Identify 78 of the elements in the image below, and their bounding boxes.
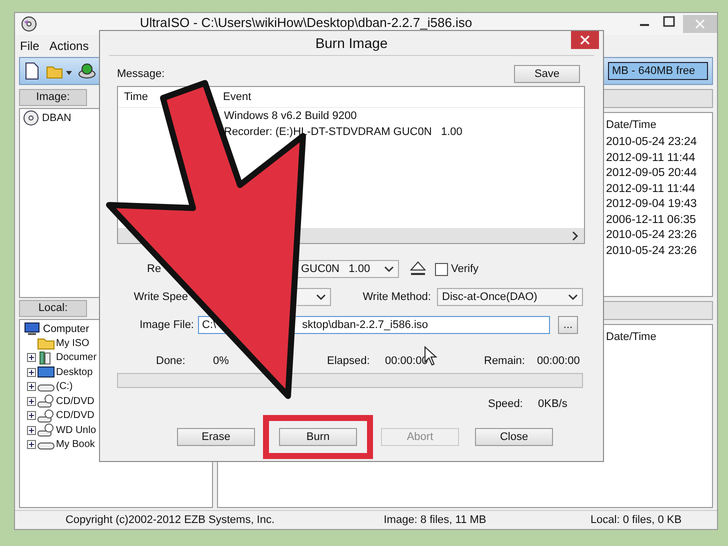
recorder-dropdown[interactable]: GUC0N 1.00 [297,260,399,278]
capacity-field: MB - 640MB free [608,62,708,80]
column-header[interactable]: Event [223,91,252,103]
desktop-icon [37,365,55,380]
expand-icon[interactable] [27,368,36,377]
chevron-icon [316,293,326,301]
field-label: Write Method: [362,291,431,303]
expand-icon[interactable] [27,411,36,420]
menu-item[interactable]: File [20,39,40,53]
dialog-button[interactable]: Close [475,428,553,446]
column-header[interactable]: Time [124,91,148,103]
table-cell: 2010-05-24 23:24 [606,136,697,148]
tree-item[interactable]: Documer [56,352,97,364]
table-cell: 2010-05-24 23:26 [606,244,697,256]
tree-item[interactable]: WD Unlo [56,424,96,436]
expand-icon[interactable] [27,396,36,406]
chevron-icon [568,293,578,301]
disc-drive-icon [37,408,55,423]
expand-icon[interactable] [27,382,36,392]
expand-icon[interactable] [27,426,36,435]
tree-item[interactable]: Computer [43,322,90,335]
verify-checkbox[interactable] [435,262,448,276]
tree-item[interactable]: My Book [56,439,95,450]
chevron-icon [384,265,394,273]
table-cell: 2006-12-11 06:35 [606,214,696,226]
panel-label: Local: [19,300,87,316]
panel-label: Image: [19,89,87,106]
progress-value: 0% [213,355,229,367]
field-label: Write Spee [132,291,188,303]
dialog-title: Burn Image [315,35,388,51]
tree-item[interactable]: DBAN [42,112,72,124]
progress-label: Speed: [488,398,523,410]
dialog-button[interactable]: Burn [279,428,357,446]
column-header[interactable]: Date/Time [606,119,656,131]
log-entry: Recorder: (E:)HL-DT-STDVDRAM GUC0N 1.00 [224,126,462,138]
tree-item[interactable]: (C:) [56,381,73,392]
write-speed-dropdown[interactable] [297,288,331,306]
scroll-right-icon[interactable] [570,230,580,240]
disc-drive-icon[interactable] [78,62,96,80]
dialog-button[interactable]: Erase [177,428,255,446]
progress-value: 00:00:00 [385,355,428,367]
field-label: Message: [117,68,165,80]
table-cell: 2012-09-11 11:44 [606,152,696,164]
tree-item[interactable]: My ISO [56,338,90,349]
progress-label: Done: [156,355,186,367]
progress-value: 0KB/s [538,398,568,410]
folder-icon [37,336,55,350]
table-cell: 2012-09-04 19:43 [606,198,697,210]
checkbox-label: Verify [451,263,479,275]
status-text: Image: 8 files, 11 MB [382,514,488,526]
disc-icon [21,16,37,32]
progress-label: Elapsed: [327,355,370,367]
table-cell: 2010-05-24 23:26 [606,229,697,241]
menu-item[interactable]: Actions [49,39,89,53]
window-title: UltraISO - C:\Users\wikiHow\Desktop\dban-2.2.7_i586.iso [138,14,474,30]
status-text: Copyright (c)2002-2012 EZB Systems, Inc. [64,514,276,526]
computer-icon [22,322,40,336]
tree-item[interactable]: CD/DVD [56,410,94,422]
save-button[interactable]: Save [514,65,580,83]
log-entry: Windows 8 v6.2 Build 9200 [224,110,357,122]
browse-button[interactable]: ... [558,316,578,334]
new-file-icon[interactable] [24,62,40,80]
expand-icon[interactable] [27,353,36,362]
field-label: Image File: [138,319,194,331]
table-cell: 2012-09-05 20:44 [606,167,697,179]
tree-item[interactable]: CD/DVD [56,396,94,407]
field-label: Re [146,263,162,275]
progress-label: Remain: [484,355,525,367]
status-text: Local: 0 files, 0 KB [589,514,683,526]
expand-icon[interactable] [27,440,36,450]
write-method-dropdown[interactable]: Disc-at-Once(DAO) [437,288,583,306]
disc-drive-icon [37,394,55,408]
tree-item[interactable]: Desktop [56,366,93,378]
close-icon[interactable] [571,31,599,49]
disc-drive-icon [37,423,55,438]
table-cell: 2012-09-11 11:44 [606,182,696,194]
progress-value: 00:00:00 [537,355,580,367]
column-header[interactable]: Date/Time [606,330,656,342]
